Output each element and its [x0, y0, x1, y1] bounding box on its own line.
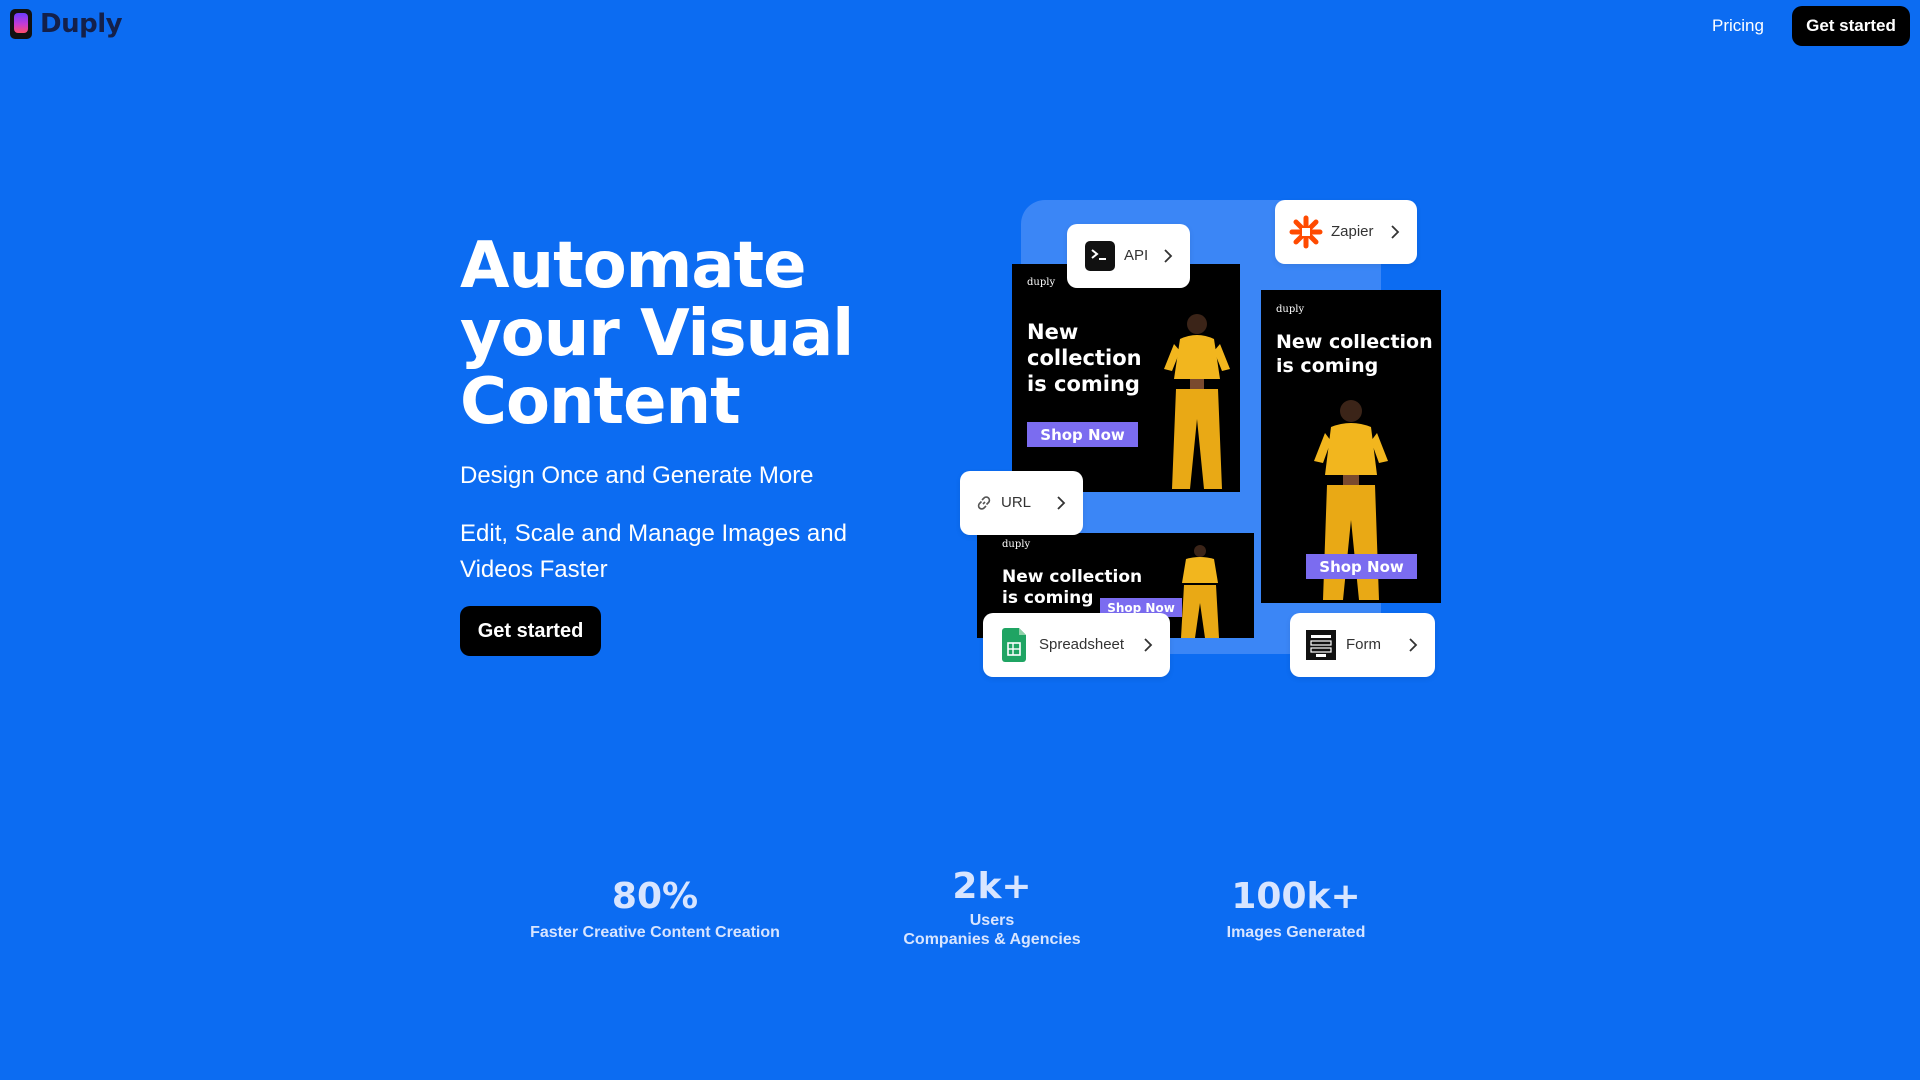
stat-label: Users — [969, 912, 1015, 929]
ad-brand: duply — [1002, 539, 1031, 550]
link-icon — [977, 496, 991, 510]
ad-preview-square: duply New collection is coming Shop Now — [1012, 264, 1240, 492]
chevron-right-icon — [1391, 225, 1400, 239]
hero-title-line: Content — [460, 365, 741, 439]
stat-label: Faster Creative Content Creation — [530, 924, 780, 941]
zapier-integration-chip[interactable]: Zapier — [1275, 200, 1417, 264]
stat-label: Companies & Agencies — [903, 931, 1081, 948]
stat-label: Images Generated — [1226, 924, 1366, 941]
chevron-right-icon — [1164, 249, 1173, 263]
form-icon — [1306, 630, 1336, 660]
chip-label: API — [1124, 247, 1149, 264]
spreadsheet-icon — [1002, 628, 1026, 662]
ad-brand: duply — [1276, 304, 1305, 315]
stat-value: 100k+ — [1231, 876, 1361, 917]
chip-label: Form — [1346, 636, 1381, 653]
terminal-icon — [1085, 241, 1115, 271]
nav-get-started-button[interactable]: Get started — [1792, 6, 1910, 46]
ad-shop-button: Shop Now — [1027, 422, 1138, 447]
form-integration-chip[interactable]: Form — [1290, 613, 1435, 677]
chevron-right-icon — [1057, 496, 1066, 510]
chevron-right-icon — [1144, 638, 1153, 652]
url-integration-chip[interactable]: URL — [960, 471, 1083, 535]
hero-description: Edit, Scale and Manage Images and Videos… — [460, 520, 847, 583]
ad-headline: New collection is coming — [1276, 331, 1433, 377]
spreadsheet-integration-chip[interactable]: Spreadsheet — [983, 613, 1170, 677]
zapier-icon — [1289, 215, 1323, 249]
hero-title-line: Automate — [460, 229, 807, 303]
model-figure — [1164, 314, 1230, 489]
brand-logo[interactable]: Duply — [10, 9, 123, 39]
logo-icon — [10, 9, 32, 39]
ad-brand: duply — [1027, 277, 1056, 288]
model-figure — [1181, 545, 1219, 638]
stat-value: 2k+ — [952, 866, 1032, 907]
hero-get-started-button[interactable]: Get started — [460, 606, 601, 656]
hero-title: Automate your Visual Content — [460, 232, 920, 436]
ad-shop-button: Shop Now — [1306, 554, 1417, 579]
ad-headline: New collection is coming — [1027, 320, 1142, 396]
hero-subtitle: Design Once and Generate More — [460, 462, 814, 489]
stat-value: 80% — [611, 876, 699, 917]
chip-label: Zapier — [1331, 223, 1374, 240]
chip-label: Spreadsheet — [1039, 636, 1125, 653]
pricing-link[interactable]: Pricing — [1712, 16, 1764, 36]
top-nav: Duply Pricing Get started — [0, 0, 1920, 52]
brand-name: Duply — [40, 9, 123, 39]
chip-label: URL — [1001, 494, 1032, 511]
chevron-right-icon — [1409, 638, 1418, 652]
stat-users: 2k+ Users Companies & Agencies — [842, 866, 1142, 949]
stat-speed: 80% Faster Creative Content Creation — [500, 876, 810, 942]
api-integration-chip[interactable]: API — [1067, 224, 1190, 288]
ad-preview-story: duply New collection is coming Shop Now — [1261, 290, 1441, 603]
stat-images: 100k+ Images Generated — [1175, 876, 1417, 942]
hero-title-line: your Visual — [460, 297, 854, 371]
